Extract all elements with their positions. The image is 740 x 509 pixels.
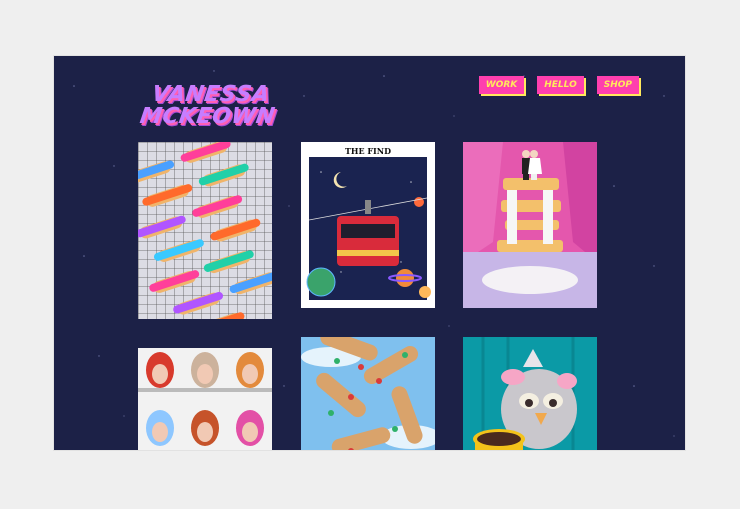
site-logo[interactable]: VANESSA MCKEOWN	[138, 80, 280, 132]
nav-work-button[interactable]: WORK	[478, 76, 525, 94]
hotdogs-image	[138, 142, 272, 319]
website-frame: VANESSA MCKEOWN WORK HELLO SHOP THE FIND	[54, 56, 685, 450]
gallery-tile-furby[interactable]	[463, 337, 597, 450]
gallery-tile-biscuit-skateboards[interactable]	[301, 337, 435, 450]
gallery-tile-the-find[interactable]: THE FIND	[301, 142, 435, 308]
wigs-image	[138, 348, 272, 450]
biscuit-skateboards-image	[301, 337, 435, 450]
main-nav: WORK HELLO SHOP	[478, 76, 639, 94]
nav-hello-button[interactable]: HELLO	[537, 76, 584, 94]
nav-shop-button[interactable]: SHOP	[596, 76, 639, 94]
sandwich-tower-image	[463, 142, 597, 308]
furby-image	[463, 337, 597, 450]
cable-car-image	[306, 157, 431, 300]
gallery-tile-wigs[interactable]	[138, 348, 272, 450]
gallery-tile-hotdogs[interactable]	[138, 142, 272, 319]
gallery-tile-sandwich-tower[interactable]	[463, 142, 597, 308]
magazine-title: THE FIND	[344, 146, 392, 156]
logo-line-2: MCKEOWN	[138, 104, 277, 129]
